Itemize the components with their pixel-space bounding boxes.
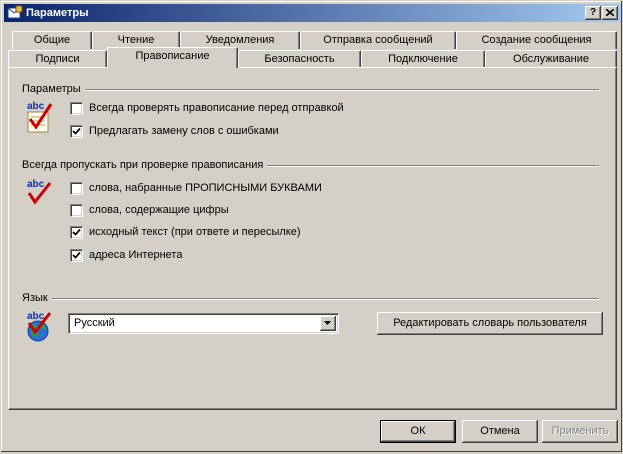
cancel-button[interactable]: Отмена [462,420,538,443]
ignore-uppercase-label: слова, набранные ПРОПИСНЫМИ БУКВАМИ [89,182,322,194]
language-dropdown-button[interactable] [320,316,336,331]
options-dialog: Параметры ? Общие Чтение Уведомления Отп… [0,0,623,453]
checkbox-ignore-internet-addresses[interactable] [70,249,83,262]
checkmark-icon [72,251,81,259]
ignore-internet-addresses-label: адреса Интернета [89,249,183,261]
settings-group-label: Параметры [22,83,85,96]
always-check-label: Всегда проверять правописание перед отпр… [89,102,344,114]
suggest-replacements-label: Предлагать замену слов с ошибками [89,125,279,137]
language-select-value: Русский [74,317,115,329]
checkbox-ignore-uppercase[interactable] [70,182,83,195]
checkbox-ignore-numbers[interactable] [70,204,83,217]
apply-button[interactable]: Применить [542,420,618,443]
svg-text:abc: abc [27,101,45,112]
svg-text:abc: abc [27,179,45,190]
svg-text:abc: abc [27,311,45,322]
language-globe-icon: abc [25,310,57,342]
spell-check-icon: abc [25,100,57,133]
panel-content: Параметры abc Всегда проверять правописа… [1,1,623,454]
checkmark-icon [72,228,81,236]
edit-dictionary-button[interactable]: Редактировать словарь пользователя [377,312,603,335]
checkbox-always-check[interactable] [70,102,83,115]
chevron-down-icon [324,321,331,325]
checkbox-ignore-original-text[interactable] [70,226,83,239]
language-group-label: Язык [22,292,52,305]
spell-abc-icon: abc [25,177,57,209]
language-divider [21,298,599,300]
ok-button[interactable]: ОК [380,420,456,443]
checkmark-icon [72,127,81,135]
checkbox-suggest-replacements[interactable] [70,125,83,138]
ignore-original-text-label: исходный текст (при ответе и пересылке) [89,226,301,238]
language-select[interactable]: Русский [68,313,339,334]
ignore-numbers-label: слова, содержащие цифры [89,204,229,216]
settings-divider [21,89,599,91]
ignore-group-label: Всегда пропускать при проверке правописа… [22,159,268,172]
